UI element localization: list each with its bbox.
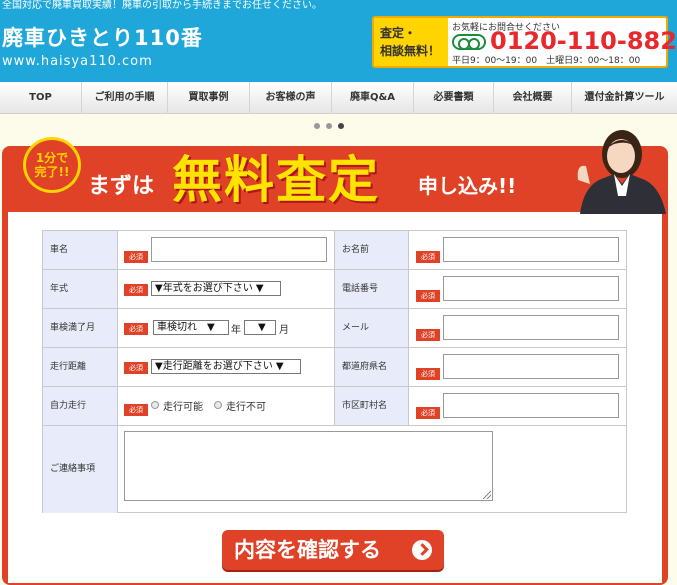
required-badge: 必須 bbox=[416, 407, 440, 419]
required-badge: 必須 bbox=[416, 368, 440, 380]
logo-url: www.haisya110.com bbox=[2, 54, 153, 69]
nav-item-reviews[interactable]: お客様の声 bbox=[250, 82, 332, 114]
mileage-select[interactable]: ▼走行距離をお選び下さい ▼ bbox=[151, 359, 301, 374]
header-tagline: 全国対応で廃車買取実績！廃車の引取から手続きまでお任せください。 bbox=[2, 0, 322, 11]
form-row-inspection: 車検満了月 必須 車検切れ ▼ 年 ▼ 月 メール 必須 bbox=[43, 309, 626, 348]
phone-input[interactable] bbox=[443, 276, 619, 301]
prefecture-input[interactable] bbox=[443, 354, 619, 379]
badge-line2: 完了!! bbox=[34, 165, 70, 179]
banner-headline: 無料査定 bbox=[172, 151, 380, 209]
inspection-year-select[interactable]: 車検切れ ▼ bbox=[153, 320, 229, 335]
notes-textarea[interactable] bbox=[124, 431, 493, 501]
name-input[interactable] bbox=[443, 237, 619, 262]
phone-label: 電話番号 bbox=[334, 270, 409, 308]
freedial-icon bbox=[452, 34, 486, 50]
resize-grip-icon[interactable] bbox=[483, 491, 491, 499]
required-badge: 必須 bbox=[416, 290, 440, 302]
free-assessment-label: 査定・ 相談無料！ bbox=[374, 18, 448, 66]
contact-box[interactable]: 査定・ 相談無料！ お気軽にお問合せください 0120-110-882 平日9：… bbox=[372, 16, 677, 68]
assessment-form: 車名 必須 お名前 必須 年式 必須 ▼年式をお選び下さい ▼ 電話番号 必須 … bbox=[42, 230, 627, 513]
mileage-label: 走行距離 bbox=[43, 348, 118, 386]
nav-item-company[interactable]: 会社概要 bbox=[494, 82, 572, 114]
required-badge: 必須 bbox=[124, 362, 148, 374]
confirm-button[interactable]: 内容を確認する bbox=[222, 530, 444, 570]
badge-line1: 1分で bbox=[35, 151, 69, 165]
required-badge: 必須 bbox=[416, 329, 440, 341]
phone-number[interactable]: 0120-110-882 bbox=[490, 27, 677, 55]
inspection-label: 車検満了月 bbox=[43, 309, 118, 347]
name-label: お名前 bbox=[334, 231, 409, 269]
year-label: 年式 bbox=[43, 270, 118, 308]
drivable-yes-label[interactable]: 走行可能 bbox=[163, 398, 203, 413]
notes-label: ご連絡事項 bbox=[43, 426, 118, 513]
site-header: 全国対応で廃車買取実績！廃車の引取から手続きまでお任せください。 廃車ひきとり1… bbox=[0, 0, 677, 82]
banner-lead: まずは bbox=[88, 174, 155, 199]
business-hours: 平日9：00～19：00 土曜日9：00～18：00 bbox=[452, 56, 641, 66]
one-minute-badge: 1分で 完了!! bbox=[23, 137, 81, 193]
nav-item-faq[interactable]: 廃車Q&A bbox=[332, 82, 414, 114]
nav-item-top[interactable]: TOP bbox=[0, 82, 82, 114]
prefecture-label: 都道府県名 bbox=[334, 348, 409, 386]
required-badge: 必須 bbox=[124, 404, 148, 416]
year-select[interactable]: ▼年式をお選び下さい ▼ bbox=[151, 281, 281, 296]
logo-title: 廃車ひきとり110番 bbox=[2, 26, 203, 50]
drivable-no-radio[interactable] bbox=[214, 401, 222, 409]
car-name-input[interactable] bbox=[151, 237, 327, 262]
banner-tail: 申し込み!! bbox=[418, 174, 517, 198]
drivable-yes-radio[interactable] bbox=[151, 401, 159, 409]
form-row-mileage: 走行距離 必須 ▼走行距離をお選び下さい ▼ 都道府県名 必須 bbox=[43, 348, 626, 387]
slider-dot[interactable] bbox=[326, 123, 332, 129]
form-row-drivable: 自力走行 必須 走行可能 走行不可 市区町村名 必須 bbox=[43, 387, 626, 426]
required-badge: 必須 bbox=[124, 251, 148, 263]
city-input[interactable] bbox=[443, 393, 619, 418]
inspection-month-select[interactable]: ▼ bbox=[244, 320, 276, 335]
arrow-right-icon bbox=[412, 540, 432, 560]
site-logo[interactable]: 廃車ひきとり110番 www.haisya110.com bbox=[2, 22, 203, 69]
form-row-year: 年式 必須 ▼年式をお選び下さい ▼ 電話番号 必須 bbox=[43, 270, 626, 309]
mail-label: メール bbox=[334, 309, 409, 347]
drivable-label: 自力走行 bbox=[43, 387, 118, 425]
required-badge: 必須 bbox=[124, 323, 148, 335]
mail-input[interactable] bbox=[443, 315, 619, 340]
operator-woman-image bbox=[577, 130, 666, 214]
month-unit: 月 bbox=[279, 325, 289, 336]
nav-item-cases[interactable]: 買取事例 bbox=[168, 82, 250, 114]
slider-dot-active[interactable] bbox=[338, 123, 344, 129]
nav-item-documents[interactable]: 必要書類 bbox=[414, 82, 494, 114]
required-badge: 必須 bbox=[124, 284, 148, 296]
global-nav: TOP ご利用の手順 買取事例 お客様の声 廃車Q&A 必要書類 会社概要 還付… bbox=[0, 82, 677, 114]
free-assessment-line1: 査定・ bbox=[380, 26, 417, 40]
nav-item-steps[interactable]: ご利用の手順 bbox=[82, 82, 168, 114]
required-badge: 必須 bbox=[416, 251, 440, 263]
car-name-label: 車名 bbox=[43, 231, 118, 269]
year-unit: 年 bbox=[231, 325, 241, 336]
slider-dots[interactable] bbox=[314, 114, 350, 133]
drivable-no-label[interactable]: 走行不可 bbox=[226, 398, 266, 413]
free-assessment-line2: 相談無料！ bbox=[380, 44, 441, 58]
form-row-car-name: 車名 必須 お名前 必須 bbox=[43, 231, 626, 270]
nav-item-refund-tool[interactable]: 還付金計算ツール bbox=[572, 82, 677, 114]
confirm-button-label: 内容を確認する bbox=[234, 538, 381, 562]
slider-dot[interactable] bbox=[314, 123, 320, 129]
city-label: 市区町村名 bbox=[334, 387, 409, 425]
